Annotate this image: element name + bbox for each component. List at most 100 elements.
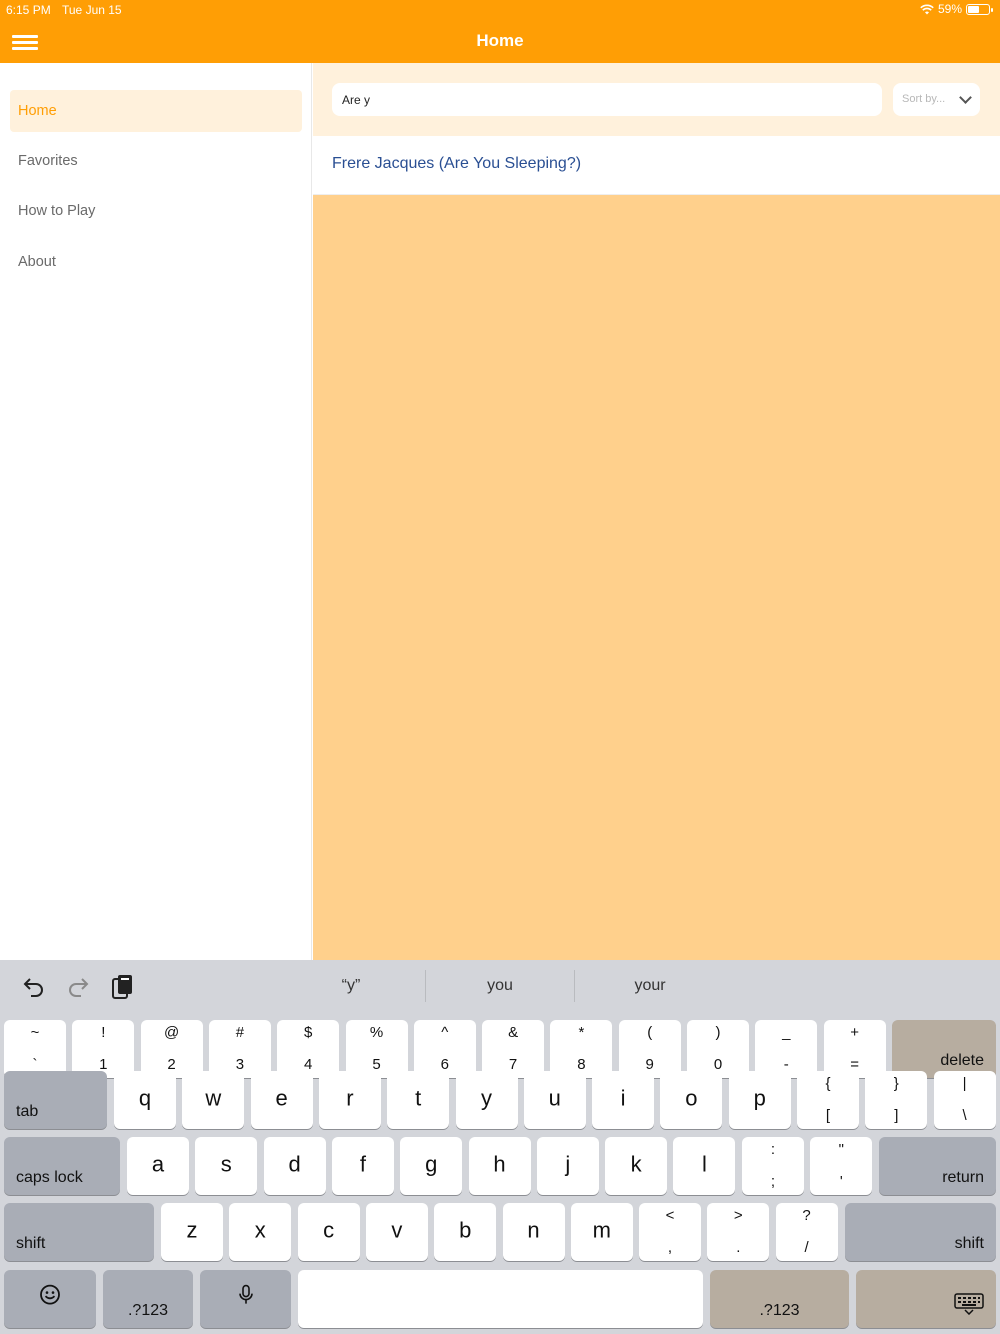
paste-icon[interactable] (109, 974, 135, 1000)
key-qsym-2[interactable]: | \ (933, 1071, 996, 1129)
space-key[interactable] (298, 1270, 703, 1328)
key-asym-1[interactable]: " ' (810, 1137, 873, 1195)
key-num-1[interactable]: ! 1 (72, 1020, 135, 1078)
key-num-5[interactable]: % 5 (345, 1020, 408, 1078)
key-glyph: v (391, 1217, 403, 1243)
key-u[interactable]: u (523, 1071, 586, 1129)
hide-keyboard-key[interactable] (856, 1270, 996, 1328)
suggestion-3[interactable]: your (575, 970, 725, 1002)
key-top-glyph: > (733, 1207, 743, 1224)
key-num-11[interactable]: _ - (755, 1020, 818, 1078)
sidebar-item-home[interactable]: Home (10, 90, 302, 132)
delete-key[interactable]: delete (892, 1020, 996, 1078)
search-bar: Sort by... (313, 63, 1000, 136)
status-right: 59% (920, 2, 993, 16)
key-zsym-0[interactable]: <, (639, 1203, 701, 1261)
key-glyph: t (415, 1085, 422, 1111)
emoji-icon (4, 1284, 96, 1312)
key-k[interactable]: k (605, 1137, 668, 1195)
key-zsym-2[interactable]: ? / (775, 1203, 838, 1261)
sidebar-item-favorites[interactable]: Favorites (10, 140, 302, 182)
key-f[interactable]: f (331, 1137, 394, 1195)
caps-lock-key[interactable]: caps lock (4, 1137, 120, 1195)
keyboard-dismiss-icon (954, 1293, 984, 1320)
key-top-glyph: ~ (30, 1024, 40, 1041)
key-num-6[interactable]: ^ 6 (413, 1020, 476, 1078)
key-v[interactable]: v (365, 1203, 428, 1261)
return-key[interactable]: return (879, 1137, 996, 1195)
key-num-8[interactable]: * 8 (550, 1020, 613, 1078)
numbers-right-key[interactable]: .?123 (710, 1270, 849, 1328)
key-r[interactable]: r (318, 1071, 381, 1129)
key-top-glyph: * (578, 1024, 585, 1041)
key-bottom-glyph: [ (825, 1107, 831, 1124)
key-qsym-0[interactable]: {[ (797, 1071, 859, 1129)
key-t[interactable]: t (387, 1071, 450, 1129)
key-top-glyph: _ (782, 1024, 791, 1041)
shift-left-key[interactable]: shift (4, 1203, 154, 1261)
key-s[interactable]: s (195, 1137, 258, 1195)
key-l[interactable]: l (673, 1137, 736, 1195)
key-z[interactable]: z (161, 1203, 223, 1261)
key-num-0[interactable]: ~ ` (4, 1020, 66, 1078)
key-c[interactable]: c (297, 1203, 360, 1261)
key-o[interactable]: o (660, 1071, 723, 1129)
key-num-9[interactable]: (9 (618, 1020, 681, 1078)
key-num-3[interactable]: #3 (208, 1020, 271, 1078)
key-glyph: k (630, 1151, 642, 1177)
key-zsym-1[interactable]: >. (707, 1203, 770, 1261)
sidebar-item-how-to-play[interactable]: How to Play (10, 190, 302, 232)
key-num-12[interactable]: + = (823, 1020, 886, 1078)
key-num-7[interactable]: & 7 (482, 1020, 545, 1078)
key-g[interactable]: g (400, 1137, 463, 1195)
key-h[interactable]: h (468, 1137, 531, 1195)
key-asym-0[interactable]: :; (742, 1137, 804, 1195)
dictation-key[interactable] (200, 1270, 291, 1328)
sidebar-item-about[interactable]: About (10, 241, 302, 283)
result-title: Frere Jacques (Are You Sleeping?) (332, 155, 582, 172)
key-glyph: w (205, 1085, 222, 1111)
sort-placeholder: Sort by... (902, 93, 946, 105)
key-w[interactable]: w (182, 1071, 245, 1129)
key-glyph: l (701, 1151, 707, 1177)
key-p[interactable]: p (728, 1071, 791, 1129)
numbers-left-key[interactable]: .?123 (103, 1270, 193, 1328)
key-top-glyph: % (369, 1024, 384, 1041)
suggestion-2[interactable]: you (426, 970, 574, 1002)
key-n[interactable]: n (502, 1203, 565, 1261)
key-top-glyph: ? (802, 1207, 811, 1224)
key-m[interactable]: m (570, 1203, 633, 1261)
key-i[interactable]: i (592, 1071, 655, 1129)
undo-icon[interactable] (21, 974, 47, 1000)
search-input[interactable] (332, 83, 882, 116)
key-num-10[interactable]: ) 0 (687, 1020, 749, 1078)
emoji-key[interactable] (4, 1270, 96, 1328)
battery-percent: 59% (937, 2, 962, 16)
key-b[interactable]: b (434, 1203, 497, 1261)
key-e[interactable]: e (250, 1071, 313, 1129)
key-bottom-glyph: ' (839, 1173, 843, 1190)
key-label: .?123 (759, 1302, 800, 1319)
key-top-glyph: ^ (441, 1024, 449, 1041)
key-glyph: e (275, 1085, 288, 1111)
redo-icon[interactable] (65, 974, 91, 1000)
tab-key[interactable]: tab (4, 1071, 107, 1129)
result-row[interactable]: Frere Jacques (Are You Sleeping?) (313, 136, 1000, 195)
sort-dropdown[interactable]: Sort by... (893, 83, 980, 116)
key-num-4[interactable]: $4 (277, 1020, 340, 1078)
key-d[interactable]: d (263, 1137, 326, 1195)
key-glyph: s (220, 1151, 232, 1177)
key-y[interactable]: y (455, 1071, 518, 1129)
key-glyph: h (493, 1151, 506, 1177)
suggestion-1[interactable]: “y” (276, 970, 426, 1002)
key-num-2[interactable]: @2 (140, 1020, 203, 1078)
key-q[interactable]: q (114, 1071, 176, 1129)
key-j[interactable]: j (536, 1137, 599, 1195)
on-screen-keyboard: “y” you your ~ `! 1 @2 #3 $4% 5 ^ 6 & 7 * 8(9) 0 _ - + = d… (0, 960, 1000, 1334)
key-x[interactable]: x (229, 1203, 292, 1261)
key-a[interactable]: a (127, 1137, 189, 1195)
status-time: 6:15 PM (6, 3, 51, 17)
key-glyph: b (459, 1217, 472, 1243)
shift-right-key[interactable]: shift (845, 1203, 996, 1261)
key-qsym-1[interactable]: }] (865, 1071, 928, 1129)
